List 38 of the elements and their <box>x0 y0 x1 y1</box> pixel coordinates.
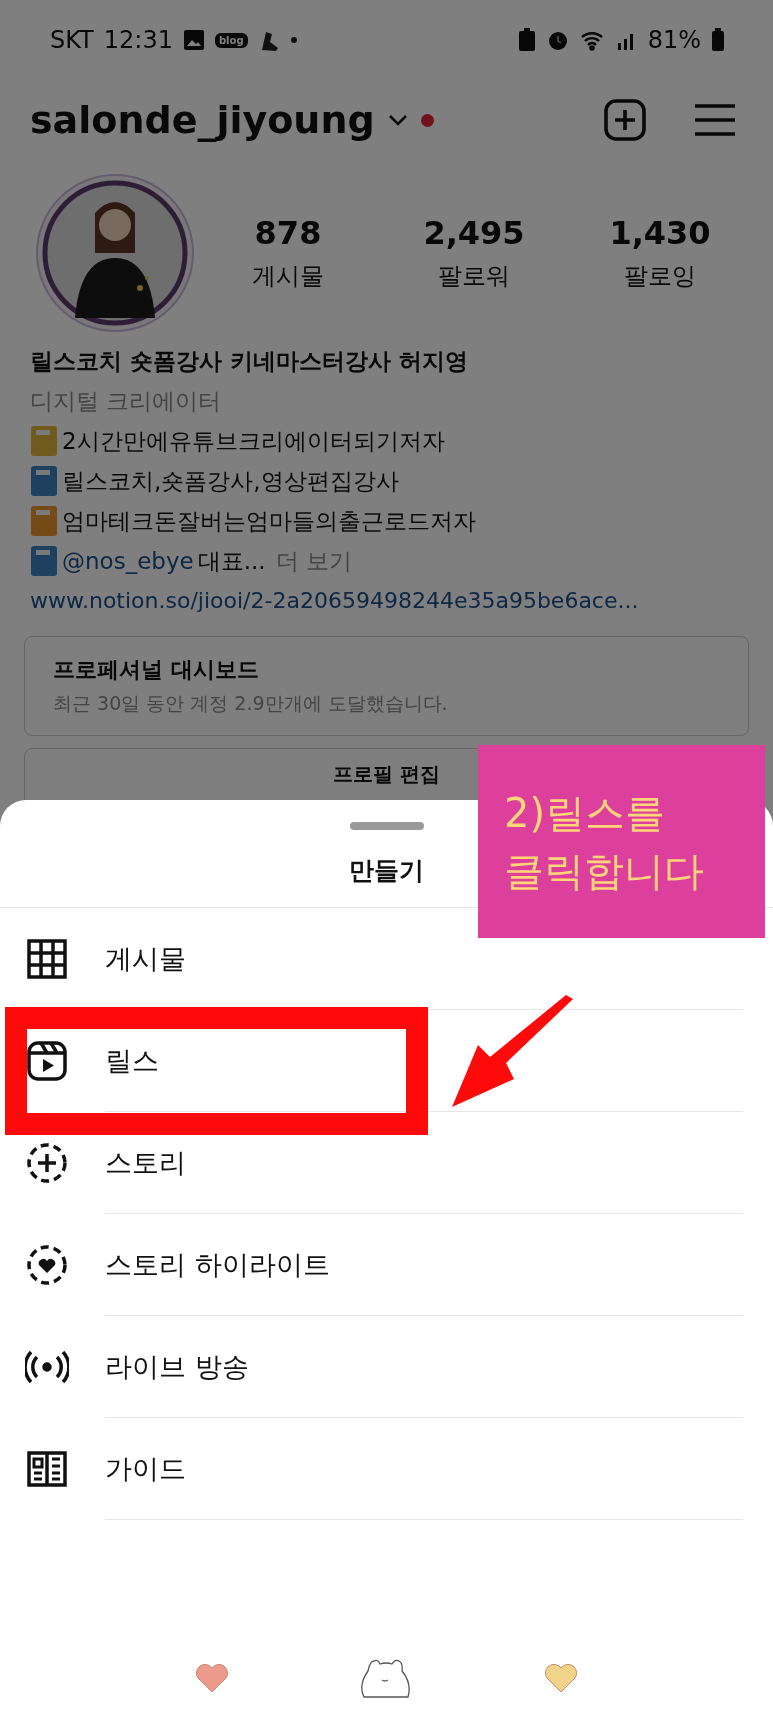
dashboard-title: 프로페셔널 대시보드 <box>53 656 260 684</box>
battery-icon <box>711 28 725 52</box>
annotation-text: 클릭합니다 <box>504 846 705 896</box>
mention-link[interactable]: @nos_ebye <box>62 544 194 578</box>
username-text: salonde_jiyoung <box>30 98 375 142</box>
dot-icon <box>289 36 298 44</box>
stat-count: 1,430 <box>609 214 711 252</box>
clock-text: 12:31 <box>103 26 173 54</box>
carrier-text: SKT <box>50 26 94 54</box>
drag-handle[interactable] <box>349 822 424 830</box>
menu-item[interactable]: 스토리 <box>105 1112 743 1214</box>
profile-name: 릴스코치 숏폼강사 키네마스터강사 허지영 <box>30 347 470 376</box>
website-link[interactable]: www.notion.so/jiooi/2-2a20659498244e35a95be6ace... <box>30 584 743 618</box>
bio-text: 엄마테크돈잘버는엄마들의출근로드저자 <box>62 507 476 536</box>
dashboard-card[interactable]: 프로페셔널 대시보드 최근 30일 동안 계정 2.9만개에 도달했습니다. <box>24 636 749 736</box>
stat-label: 게시물 <box>252 261 324 292</box>
menu-item[interactable]: 스토리 하이라이트 <box>105 1214 743 1316</box>
gallery-icon <box>182 29 205 51</box>
menu-item[interactable]: 라이브 방송 <box>105 1316 743 1418</box>
profile-category: 디지털 크리에이터 <box>30 387 223 416</box>
story-add-icon <box>25 1140 69 1185</box>
battery-text: 81% <box>647 26 701 54</box>
bio-text: 2시간만에유튜브크리에이터되기저자 <box>62 427 445 456</box>
bio-text: 릴스코치,숏폼강사,영상편집강사 <box>62 467 399 496</box>
bio-text: 대표... <box>197 547 266 576</box>
grid-icon <box>25 936 69 981</box>
notification-badge: blog <box>214 32 248 48</box>
dashboard-subtitle: 최근 30일 동안 계정 2.9만개에 도달했습니다. <box>53 691 449 716</box>
add-icon[interactable] <box>603 98 647 142</box>
reels-icon <box>25 1038 69 1083</box>
menu-item[interactable]: 가이드 <box>105 1418 743 1520</box>
menu-icon[interactable] <box>695 103 735 137</box>
stat-label: 팔로워 <box>438 261 510 292</box>
sheet-title: 만들기 <box>349 855 424 887</box>
stat-count: 2,495 <box>423 214 525 252</box>
chevron-down-icon[interactable] <box>386 113 409 127</box>
stat-count: 878 <box>254 214 322 252</box>
stat-label: 팔로잉 <box>624 261 696 292</box>
